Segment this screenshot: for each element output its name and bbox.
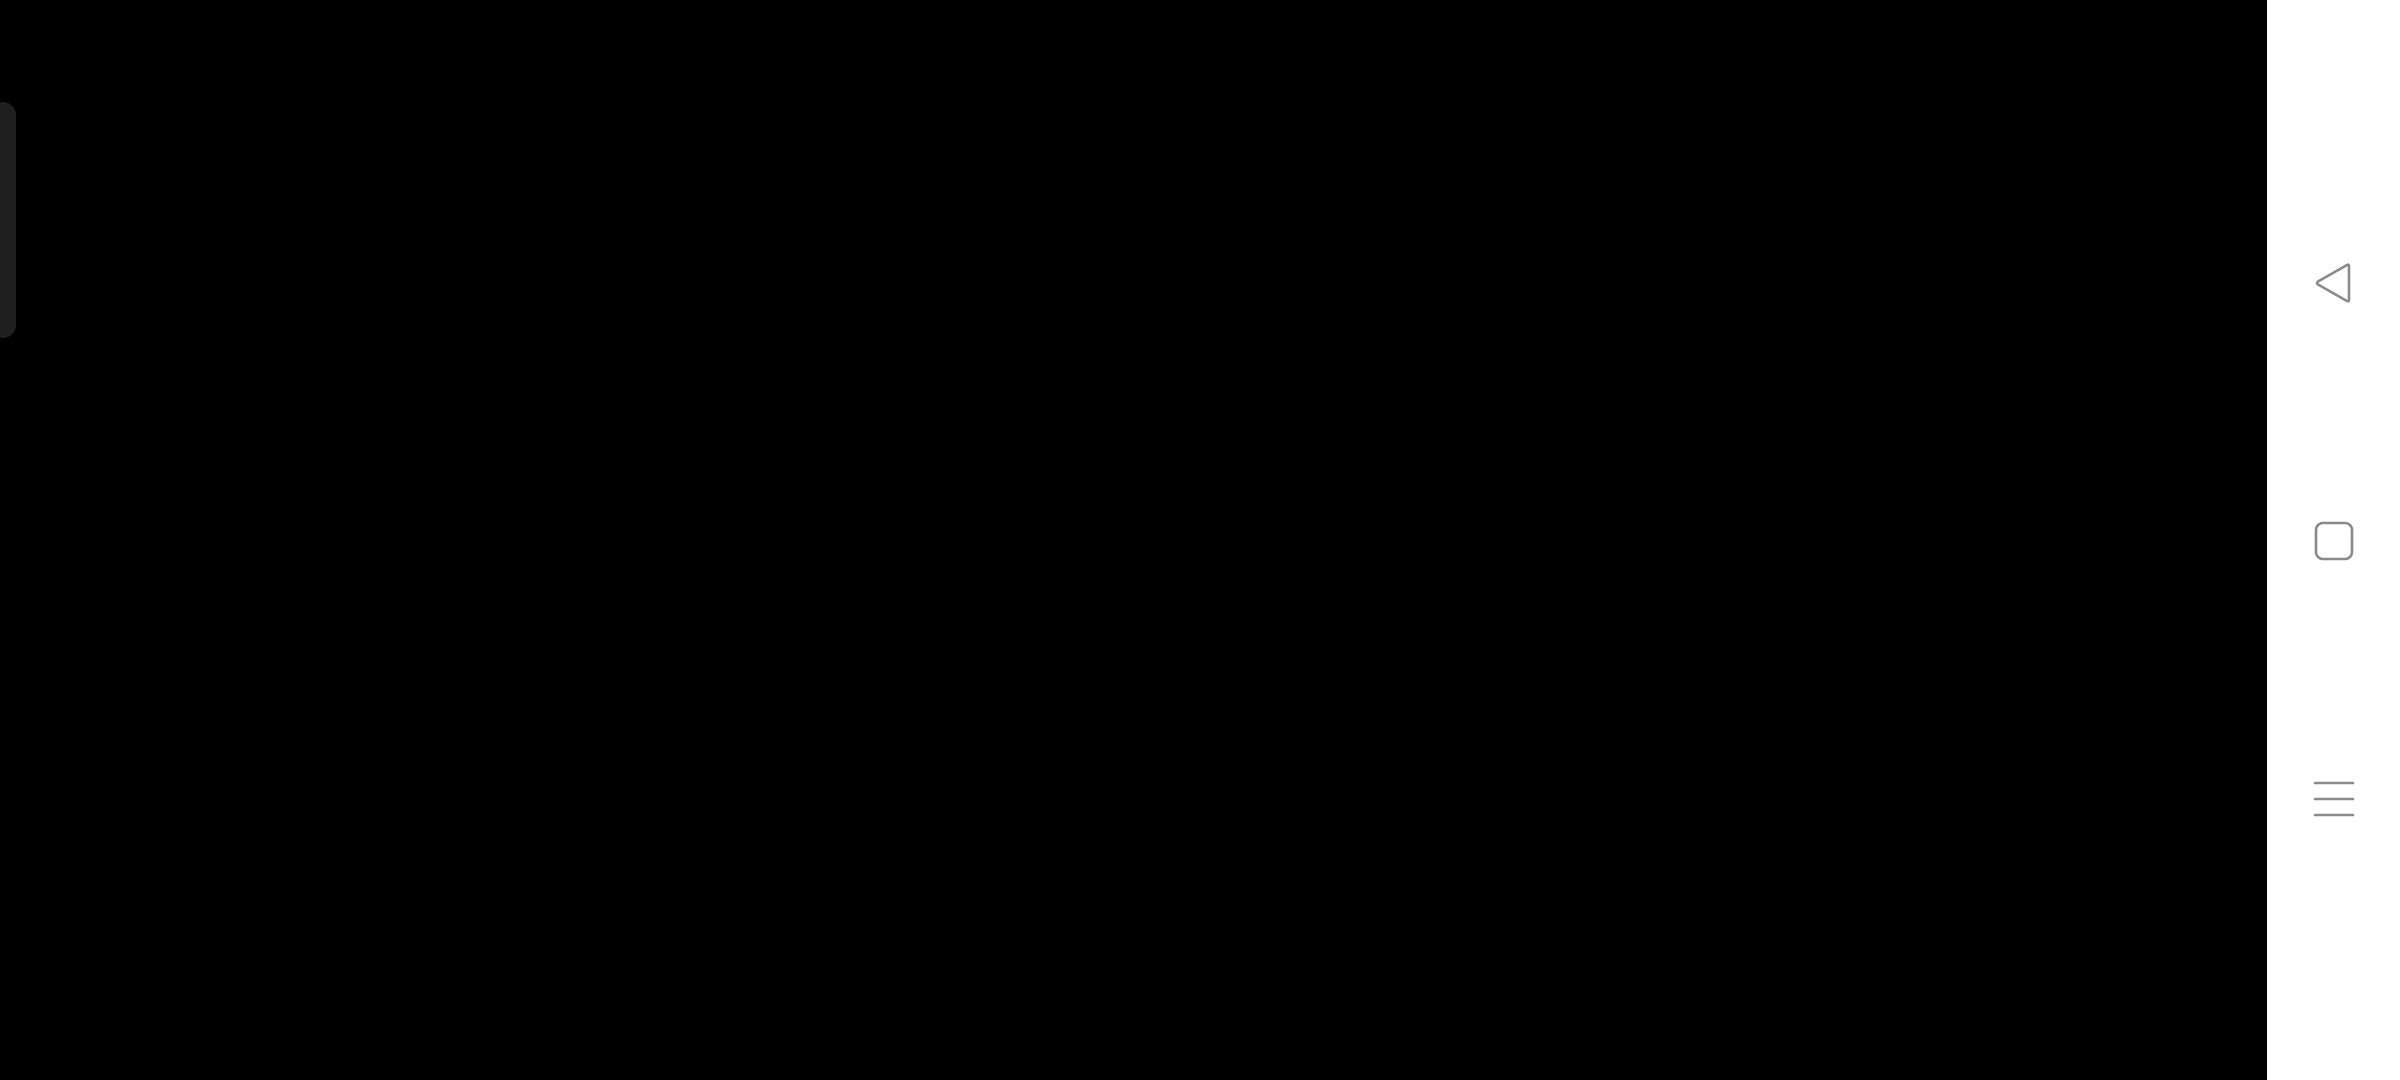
home-square-icon xyxy=(2314,521,2353,561)
navigation-bar xyxy=(2267,0,2400,1080)
device-screen xyxy=(0,0,2400,1080)
app-content-area[interactable] xyxy=(0,0,2267,1080)
back-triangle-icon xyxy=(2315,263,2350,303)
edge-panel-handle[interactable] xyxy=(0,102,16,338)
back-button[interactable] xyxy=(2267,223,2400,343)
recents-button[interactable] xyxy=(2267,739,2400,859)
recents-lines-icon xyxy=(2313,781,2354,817)
home-button[interactable] xyxy=(2267,481,2400,601)
